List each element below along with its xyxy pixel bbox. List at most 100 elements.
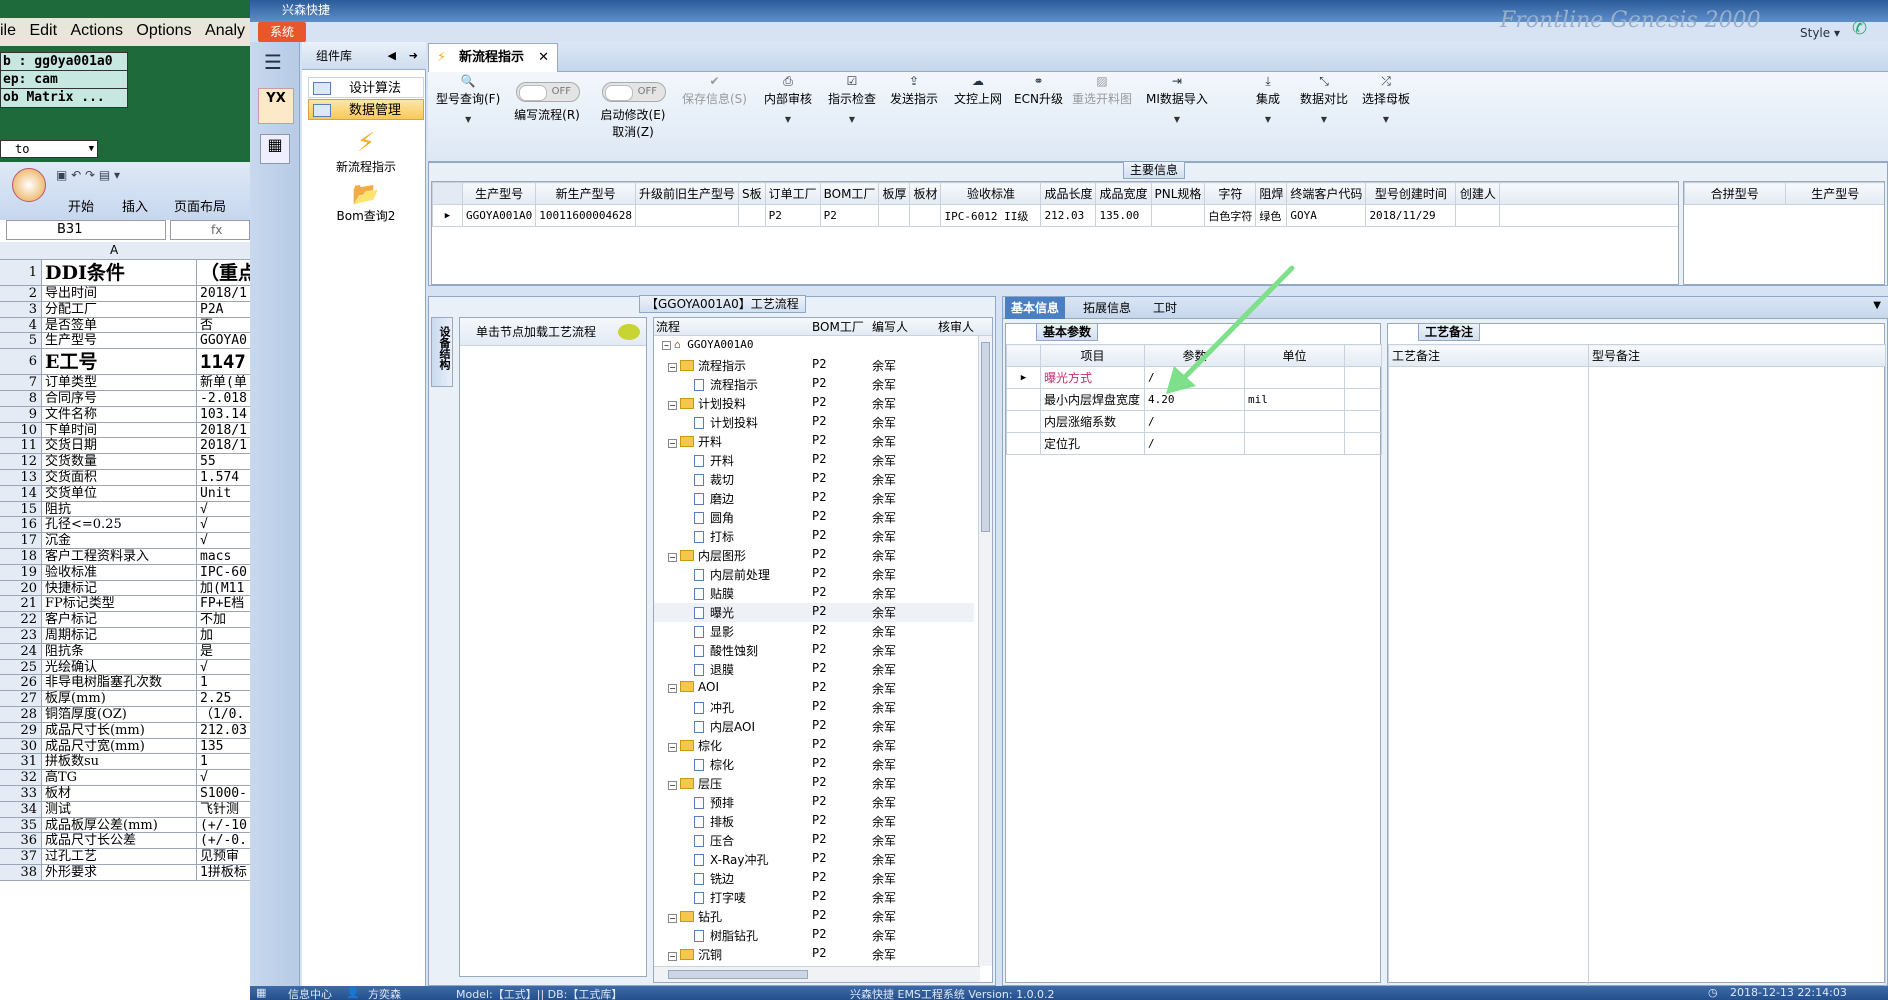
- menu-actions[interactable]: Actions: [71, 18, 132, 40]
- table-row[interactable]: 20 快捷标记 加(M11: [0, 580, 250, 597]
- tree-col-header[interactable]: 核审人: [938, 318, 974, 335]
- formula-bar[interactable]: fx: [170, 220, 250, 240]
- table-row[interactable]: 35 成品板厚公差(mm) (+/-10: [0, 817, 250, 834]
- table-cell[interactable]: [737, 204, 766, 227]
- table-row[interactable]: ▶ GGOYA001A0 10011600004628 P2 P2 IPC-6012 II…: [432, 204, 1678, 227]
- row-number[interactable]: 2: [0, 286, 42, 301]
- cell-b[interactable]: √: [196, 517, 250, 533]
- style-menu[interactable]: Style ▾: [1800, 26, 1840, 40]
- row-number[interactable]: 29: [0, 722, 42, 738]
- cell-a[interactable]: 下单时间: [45, 423, 193, 438]
- collapse-icon[interactable]: −: [668, 743, 677, 752]
- column-header[interactable]: 阻焊: [1255, 182, 1288, 205]
- row-number[interactable]: 5: [0, 333, 42, 348]
- tree-node[interactable]: 打字唛 P2 余军: [654, 888, 974, 907]
- param-unit[interactable]: [1244, 432, 1345, 455]
- row-number[interactable]: 1: [0, 260, 42, 285]
- tree-node[interactable]: − 棕化 P2 余军: [654, 736, 974, 755]
- row-number[interactable]: 31: [0, 754, 42, 769]
- model-query-button[interactable]: 🔍 型号查询(F) ▼: [436, 74, 500, 124]
- system-button[interactable]: 系统: [258, 22, 306, 42]
- cell-a[interactable]: 成品尺寸宽(mm): [45, 739, 193, 754]
- row-number[interactable]: 28: [0, 707, 42, 722]
- tab-basic-info[interactable]: 基本信息: [1005, 297, 1066, 319]
- tree-node[interactable]: − 计划投料 P2 余军: [654, 394, 974, 413]
- tree-node[interactable]: 裁切 P2 余军: [654, 470, 974, 489]
- merge-col-header[interactable]: 生产型号: [1784, 182, 1884, 205]
- tree-node[interactable]: 打标 P2 余军: [654, 527, 974, 546]
- cell-b[interactable]: Unit: [196, 485, 250, 501]
- cell-a[interactable]: 过孔工艺: [45, 849, 193, 864]
- office-button-icon[interactable]: [12, 168, 46, 202]
- table-row[interactable]: 33 板材 S1000-: [0, 786, 250, 802]
- param-unit[interactable]: [1244, 410, 1345, 433]
- column-header[interactable]: PNL规格: [1150, 182, 1206, 205]
- table-cell[interactable]: 10011600004628: [535, 204, 636, 227]
- row-number[interactable]: 3: [0, 301, 42, 317]
- tree-node[interactable]: 开料 P2 余军: [654, 451, 974, 470]
- column-header[interactable]: 订单工厂: [764, 182, 821, 205]
- column-header[interactable]: 板材: [909, 182, 942, 205]
- column-header[interactable]: 升级前旧生产型号: [634, 182, 739, 205]
- table-row[interactable]: 28 铜箔厚度(OZ) （1/0.: [0, 707, 250, 723]
- param-col-header[interactable]: 项目: [1040, 344, 1145, 367]
- param-item[interactable]: 内层涨缩系数: [1040, 410, 1145, 433]
- to-select[interactable]: to ▼: [0, 140, 98, 158]
- row-number[interactable]: 27: [0, 691, 42, 706]
- row-number[interactable]: 18: [0, 549, 42, 564]
- cell-a[interactable]: 板厚(mm): [45, 691, 193, 706]
- table-row[interactable]: 37 过孔工艺 见预审: [0, 849, 250, 865]
- param-value[interactable]: /: [1144, 410, 1245, 433]
- column-header[interactable]: 创建人: [1455, 182, 1501, 205]
- cell-b[interactable]: macs: [196, 549, 250, 564]
- cell-b[interactable]: 55: [196, 454, 250, 469]
- cell-b[interactable]: P2A: [196, 301, 250, 317]
- table-row[interactable]: 25 光绘确认 √: [0, 659, 250, 676]
- model-note-cell[interactable]: [1588, 366, 1886, 987]
- cell-b[interactable]: √: [196, 770, 250, 785]
- tree-node[interactable]: − AOI P2 余军: [654, 679, 974, 698]
- bom-query-icon-button[interactable]: 📂 Bom查询2: [312, 182, 420, 234]
- menu-file[interactable]: ile: [0, 18, 25, 40]
- table-row[interactable]: 29 成品尺寸长(mm) 212.03: [0, 722, 250, 739]
- cell-b[interactable]: 新单(单: [196, 375, 250, 390]
- table-row[interactable]: 36 成品尺寸长公差 (+/-0.: [0, 833, 250, 850]
- collapse-icon[interactable]: −: [662, 341, 671, 350]
- merge-col-header[interactable]: 合拼型号: [1684, 182, 1786, 205]
- side-tab-device[interactable]: 设备结构: [431, 317, 453, 387]
- table-row[interactable]: 9 文件名称 103.14: [0, 406, 250, 423]
- tree-hscrollbar[interactable]: [654, 966, 980, 982]
- reselect-cutting-button[interactable]: ▨ 重选开料图: [1072, 74, 1132, 107]
- row-number[interactable]: 30: [0, 738, 42, 753]
- table-row[interactable]: 13 交货面积 1.574: [0, 470, 250, 486]
- row-number[interactable]: 13: [0, 470, 42, 485]
- tree-node[interactable]: 曝光 P2 余军: [654, 603, 974, 622]
- table-cell[interactable]: [909, 204, 942, 227]
- table-cell[interactable]: 绿色: [1255, 204, 1288, 227]
- send-instruction-button[interactable]: ⇪ 发送指示: [890, 74, 938, 107]
- cell-a[interactable]: 生产型号: [45, 333, 193, 348]
- row-number[interactable]: 16: [0, 517, 42, 532]
- tree-node[interactable]: 内层前处理 P2 余军: [654, 565, 974, 584]
- row-number[interactable]: 6: [0, 349, 42, 375]
- table-row[interactable]: 30 成品尺寸宽(mm) 135: [0, 738, 250, 755]
- pin-icon[interactable]: ➜: [409, 42, 418, 70]
- tree-node[interactable]: − 钻孔 P2 余军: [654, 907, 974, 926]
- collapse-icon[interactable]: −: [668, 952, 677, 961]
- menu-icon[interactable]: ☰: [264, 50, 282, 74]
- ecn-upgrade-button[interactable]: ⚭ ECN升级: [1014, 74, 1063, 107]
- tree-node[interactable]: 树脂钻孔 P2 余军: [654, 926, 974, 945]
- table-cell[interactable]: [634, 204, 739, 227]
- cell-a[interactable]: 阻抗: [45, 502, 193, 517]
- row-number[interactable]: 8: [0, 391, 42, 406]
- row-number[interactable]: 20: [0, 580, 42, 595]
- row-number[interactable]: 26: [0, 675, 42, 690]
- tree-node[interactable]: − 流程指示 P2 余军: [654, 356, 974, 375]
- table-cell[interactable]: [1455, 204, 1501, 227]
- table-cell[interactable]: 135.00: [1095, 204, 1152, 227]
- row-number[interactable]: 35: [0, 817, 42, 832]
- table-row[interactable]: 5 生产型号 GGOYA0: [0, 333, 250, 350]
- cell-a[interactable]: 外形要求: [45, 865, 193, 880]
- cell-b[interactable]: 见预审: [196, 849, 250, 864]
- table-row[interactable]: 21 FP标记类型 FP+E档: [0, 596, 250, 613]
